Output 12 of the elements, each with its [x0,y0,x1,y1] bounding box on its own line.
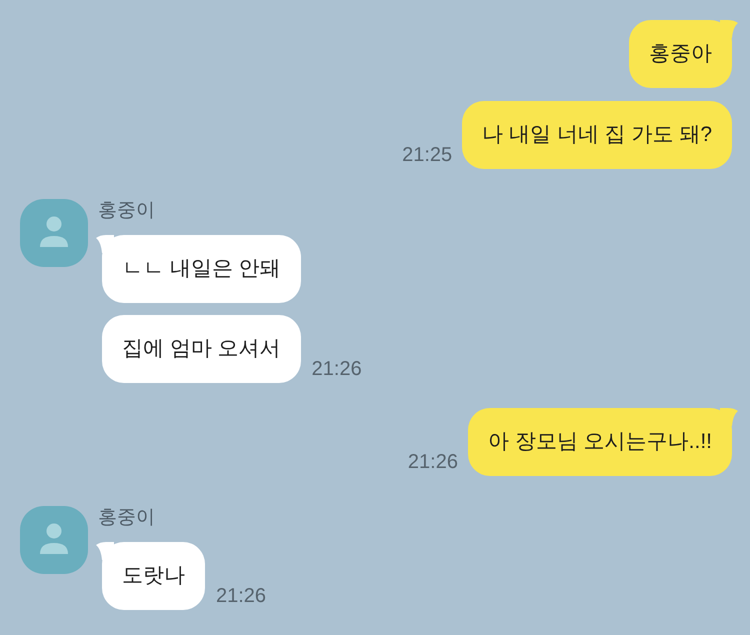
bubble-tail-icon [720,408,738,426]
message-time: 21:26 [408,450,458,474]
sender-name: 홍중이 [97,506,155,530]
avatar-icon[interactable] [20,506,88,574]
message-time: 21:26 [312,357,362,381]
bubble-tail-icon [96,235,114,253]
bubble-tail-icon [96,542,114,560]
message-time: 21:26 [216,584,266,608]
message-time: 21:25 [402,143,452,167]
bubble-tail-icon [720,20,738,38]
avatar-icon[interactable] [20,199,88,267]
sender-name: 홍중이 [97,199,155,223]
